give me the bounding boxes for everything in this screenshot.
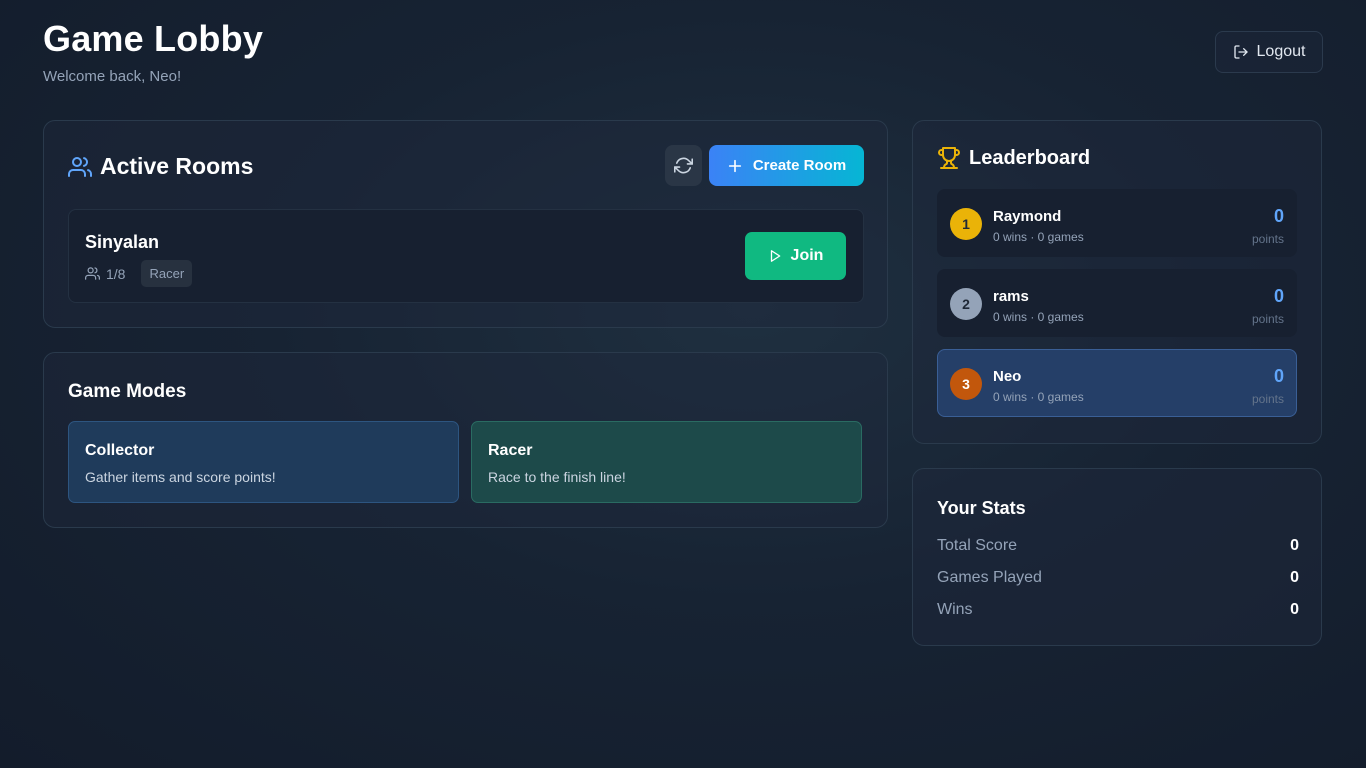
logout-button[interactable]: Logout — [1215, 31, 1323, 73]
rank-badge: 3 — [950, 368, 982, 400]
join-room-button[interactable]: Join — [745, 232, 846, 280]
stat-label: Total Score — [937, 537, 1018, 554]
player-points: 0 — [1273, 286, 1284, 306]
player-name: Neo — [993, 368, 1022, 385]
player-name: Raymond — [993, 208, 1062, 225]
mode-description: Race to the finish line! — [488, 469, 626, 485]
leaderboard-header: Leaderboard — [937, 146, 1090, 170]
welcome-text: Welcome back, Neo! — [43, 68, 182, 85]
stat-value: 0 — [1290, 537, 1299, 554]
rank-badge: 1 — [950, 208, 982, 240]
your-stats-title: Your Stats — [937, 498, 1026, 518]
player-points: 0 — [1273, 206, 1284, 226]
stat-row-games-played: Games Played 0 — [937, 569, 1299, 587]
stat-label: Wins — [937, 601, 973, 618]
room-mode-tag: Racer — [141, 260, 193, 287]
stat-value: 0 — [1290, 601, 1299, 618]
leaderboard-title: Leaderboard — [969, 146, 1091, 169]
rank-badge: 2 — [950, 288, 982, 320]
stat-row-wins: Wins 0 — [937, 601, 1299, 619]
player-stats: 0 wins · 0 games — [993, 310, 1084, 324]
plus-icon — [727, 158, 743, 174]
leaderboard-panel: Leaderboard 1 Raymond 0 wins · 0 games 0… — [912, 120, 1322, 444]
stat-label: Games Played — [937, 569, 1042, 586]
mode-name: Collector — [85, 442, 155, 459]
join-label: Join — [790, 247, 824, 264]
room-meta: 1/8 Racer — [85, 260, 193, 287]
player-points: 0 — [1273, 366, 1284, 386]
mode-name: Racer — [488, 442, 533, 459]
page-title: Game Lobby — [43, 18, 264, 59]
create-room-button[interactable]: Create Room — [709, 145, 864, 186]
trophy-icon — [937, 146, 961, 170]
room-name: Sinyalan — [85, 232, 160, 252]
header: Game Lobby Welcome back, Neo! — [43, 18, 263, 85]
active-rooms-header: Active Rooms — [68, 153, 253, 180]
leaderboard-row-current-user: 3 Neo 0 wins · 0 games 0 points — [937, 349, 1297, 417]
points-label: points — [1251, 392, 1284, 406]
points-label: points — [1251, 312, 1284, 326]
users-icon — [68, 155, 92, 179]
mode-card-collector[interactable]: Collector Gather items and score points! — [68, 421, 459, 503]
points-label: points — [1251, 232, 1284, 246]
stat-row-total-score: Total Score 0 — [937, 537, 1299, 555]
stat-value: 0 — [1290, 569, 1299, 586]
logout-icon — [1233, 44, 1249, 60]
leaderboard-row: 1 Raymond 0 wins · 0 games 0 points — [937, 189, 1297, 257]
active-rooms-title: Active Rooms — [100, 153, 254, 179]
game-modes-panel: Game Modes Collector Gather items and sc… — [43, 352, 888, 528]
active-rooms-panel: Active Rooms Create Room Sinyalan 1/8 Ra… — [43, 120, 888, 328]
players-icon — [85, 266, 100, 281]
your-stats-panel: Your Stats Total Score 0 Games Played 0 … — [912, 468, 1322, 646]
game-modes-title: Game Modes — [68, 381, 187, 402]
player-name: rams — [993, 288, 1029, 305]
mode-card-racer[interactable]: Racer Race to the finish line! — [471, 421, 862, 503]
create-room-label: Create Room — [752, 157, 847, 174]
player-stats: 0 wins · 0 games — [993, 390, 1084, 404]
play-icon — [768, 249, 782, 263]
room-player-count: 1/8 — [106, 265, 126, 282]
logout-label: Logout — [1256, 43, 1306, 60]
leaderboard-row: 2 rams 0 wins · 0 games 0 points — [937, 269, 1297, 337]
refresh-icon — [674, 156, 693, 175]
mode-description: Gather items and score points! — [85, 469, 276, 485]
player-stats: 0 wins · 0 games — [993, 230, 1084, 244]
room-card: Sinyalan 1/8 Racer Join — [68, 209, 864, 303]
refresh-button[interactable] — [665, 145, 702, 186]
